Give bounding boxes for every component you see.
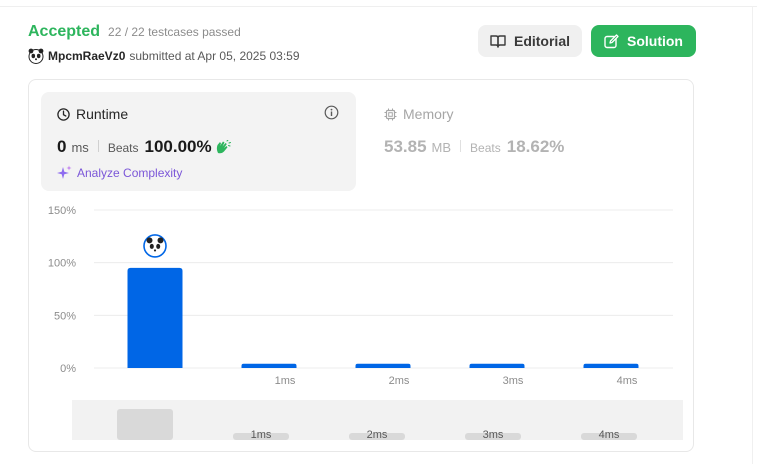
navigator-bar xyxy=(117,409,173,440)
navigator-label: 3ms xyxy=(483,429,504,441)
navigator-label: 4ms xyxy=(599,429,620,441)
navigator-label: 1ms xyxy=(251,429,272,441)
chart-navigator-overlay: 1ms 2ms 3ms 4ms xyxy=(117,409,637,441)
navigator-label: 2ms xyxy=(367,429,388,441)
